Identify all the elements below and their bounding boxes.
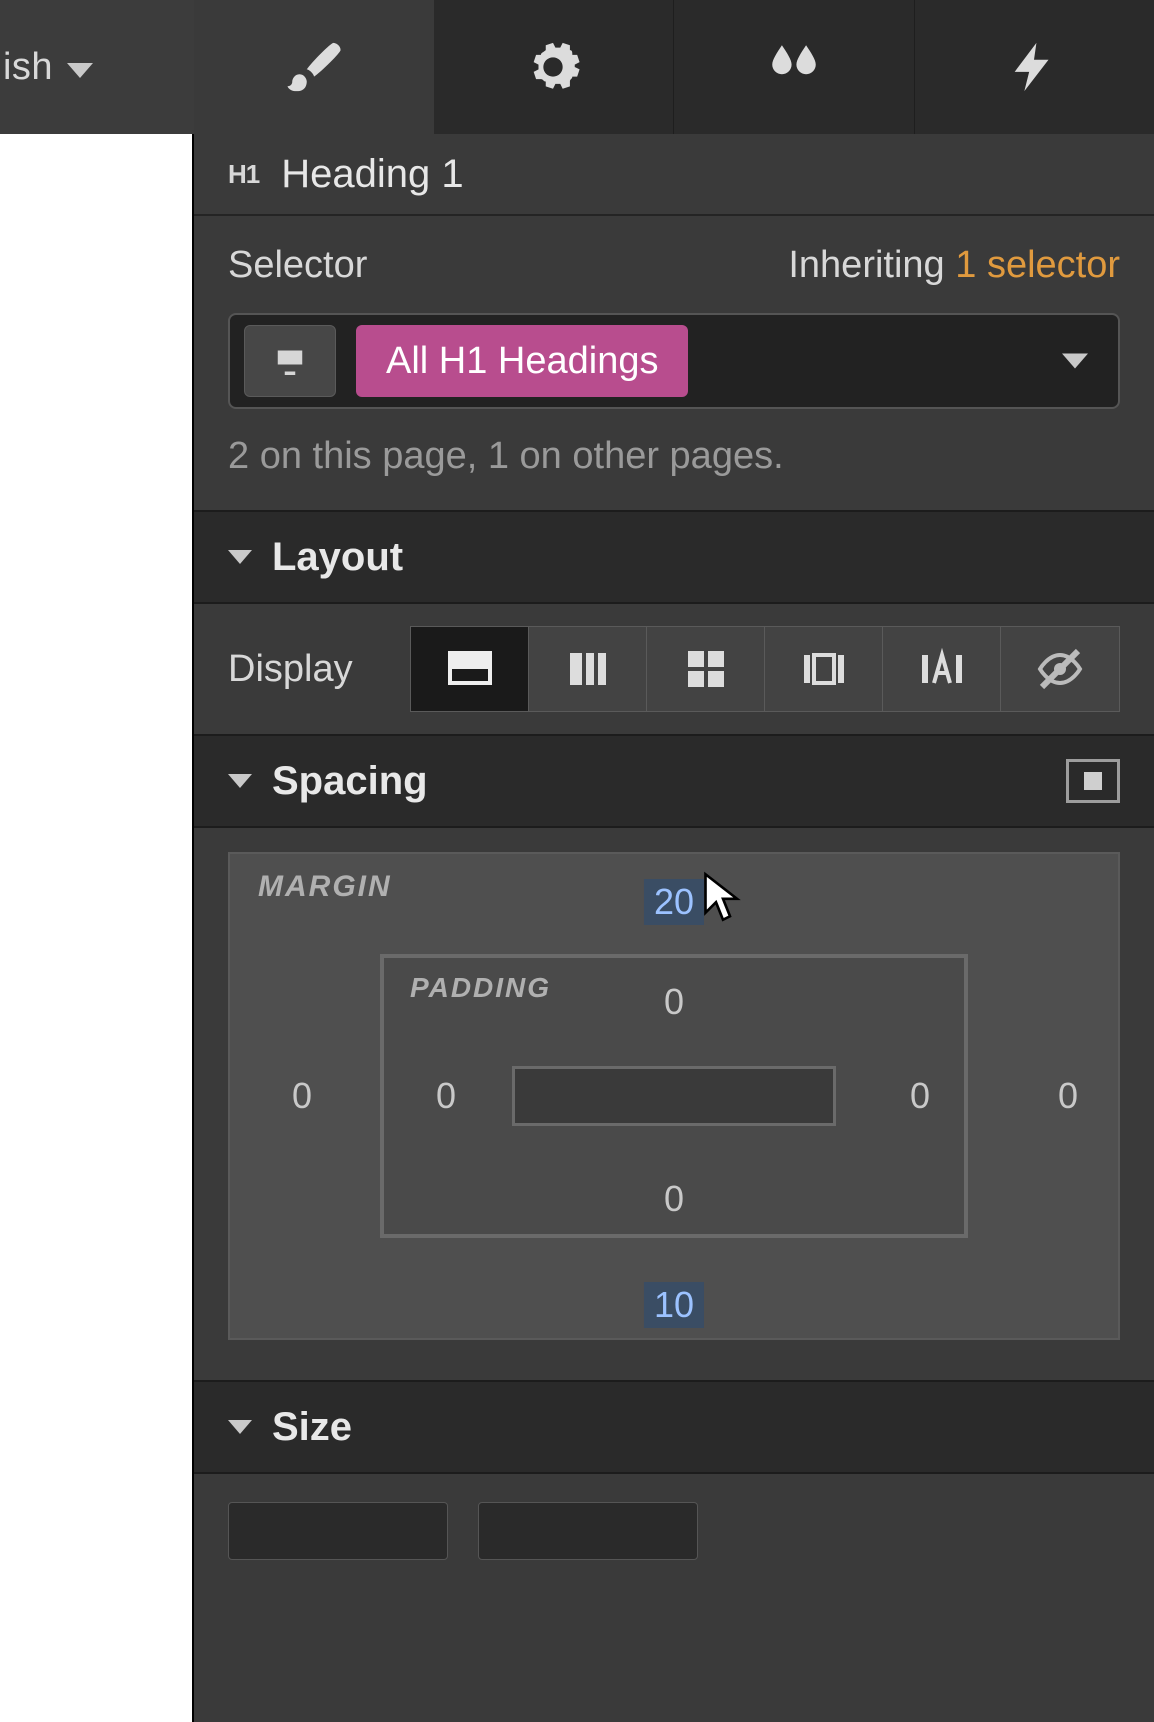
gear-icon [524, 38, 582, 96]
inheriting-count: 1 selector [955, 244, 1120, 286]
display-grid-icon [682, 645, 730, 693]
margin-label: MARGIN [258, 870, 392, 904]
spacing-expand-button[interactable] [1066, 759, 1120, 803]
padding-label: PADDING [410, 972, 551, 1004]
margin-left-input[interactable]: 0 [292, 1075, 312, 1117]
caret-down-icon [1062, 354, 1088, 369]
tab-effects[interactable] [674, 0, 915, 134]
padding-left-input[interactable]: 0 [436, 1075, 456, 1117]
display-none-button[interactable] [1001, 627, 1119, 711]
square-icon [1084, 772, 1102, 790]
layout-body: Display [194, 604, 1154, 734]
content-box [512, 1066, 836, 1126]
display-block-icon [446, 645, 494, 693]
selector-label: Selector [228, 244, 367, 287]
tab-style[interactable] [194, 0, 434, 134]
style-panel: H1 Heading 1 Selector Inheriting 1 selec… [194, 0, 1154, 1722]
selector-tag-label: All H1 Headings [386, 340, 658, 383]
selector-block: Selector Inheriting 1 selector All H1 He… [194, 216, 1154, 510]
section-layout-title: Layout [272, 535, 403, 580]
display-flex-icon [564, 645, 612, 693]
caret-down-icon [228, 774, 252, 788]
margin-top-input[interactable]: 20 [644, 879, 704, 925]
display-flex-button[interactable] [529, 627, 647, 711]
selector-field[interactable]: All H1 Headings [228, 313, 1120, 409]
margin-right-input[interactable]: 0 [1058, 1075, 1078, 1117]
desktop-icon [269, 340, 311, 382]
section-size-header[interactable]: Size [194, 1382, 1154, 1472]
droplets-icon [765, 38, 823, 96]
size-height-input[interactable] [478, 1502, 698, 1560]
display-inline-icon [918, 645, 966, 693]
section-layout: Layout [194, 510, 1154, 604]
caret-down-icon [228, 1420, 252, 1434]
spacing-body: MARGIN 20 0 10 0 PADDING 0 0 0 0 [194, 828, 1154, 1380]
left-column: lish [0, 0, 194, 1722]
section-spacing: Spacing [194, 734, 1154, 828]
element-type-badge: H1 [228, 159, 259, 190]
panel-tabs [194, 0, 1154, 134]
eye-off-icon [1036, 645, 1084, 693]
publish-dropdown[interactable]: lish [0, 0, 194, 134]
padding-bottom-input[interactable]: 0 [664, 1178, 684, 1220]
section-size-title: Size [272, 1405, 352, 1450]
selector-header: Selector Inheriting 1 selector [228, 244, 1120, 287]
tab-settings[interactable] [434, 0, 675, 134]
display-inline-button[interactable] [883, 627, 1001, 711]
size-width-input[interactable] [228, 1502, 448, 1560]
section-spacing-header[interactable]: Spacing [194, 736, 1154, 826]
breakpoint-button[interactable] [244, 325, 336, 397]
box-model: MARGIN 20 0 10 0 PADDING 0 0 0 0 [228, 852, 1120, 1340]
element-name: Heading 1 [281, 152, 463, 197]
display-block-button[interactable] [411, 627, 529, 711]
section-size: Size [194, 1380, 1154, 1474]
section-spacing-title: Spacing [272, 759, 428, 804]
padding-box: PADDING 0 0 0 0 [380, 954, 968, 1238]
inheriting-prefix: Inheriting [788, 244, 944, 286]
display-inlineblock-icon [800, 645, 848, 693]
padding-right-input[interactable]: 0 [910, 1075, 930, 1117]
caret-down-icon [228, 550, 252, 564]
display-button-group [410, 626, 1120, 712]
publish-label: lish [0, 46, 53, 89]
tab-interactions[interactable] [915, 0, 1154, 134]
selector-caption: 2 on this page, 1 on other pages. [228, 435, 1120, 478]
size-body [194, 1474, 1154, 1574]
canvas-area[interactable] [0, 134, 192, 1722]
brush-icon [285, 38, 343, 96]
chevron-down-icon [67, 63, 93, 78]
display-inlineblock-button[interactable] [765, 627, 883, 711]
margin-bottom-input[interactable]: 10 [644, 1282, 704, 1328]
selector-tag[interactable]: All H1 Headings [356, 325, 688, 397]
lightning-icon [1005, 38, 1063, 96]
display-grid-button[interactable] [647, 627, 765, 711]
section-layout-header[interactable]: Layout [194, 512, 1154, 602]
selected-element-row: H1 Heading 1 [194, 134, 1154, 214]
padding-top-input[interactable]: 0 [664, 981, 684, 1023]
inheriting-link[interactable]: Inheriting 1 selector [788, 244, 1120, 287]
display-label: Display [228, 648, 378, 691]
